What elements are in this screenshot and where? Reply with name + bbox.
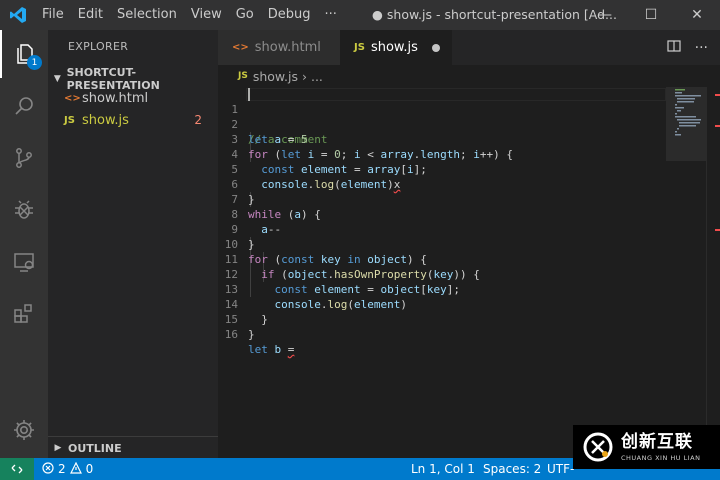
watermark-english-text: CHUANG XIN HU LIAN	[621, 453, 701, 462]
tab-label: show.html	[254, 40, 321, 55]
file-item-show-js[interactable]: JS show.js 2	[48, 109, 218, 131]
menu-more[interactable]: ···	[318, 0, 344, 30]
code-line: 13 console.log(element)	[218, 267, 666, 311]
html-file-icon: <>	[64, 92, 81, 104]
problem-count-badge: 2	[194, 113, 202, 127]
extensions-icon[interactable]	[0, 290, 48, 338]
breadcrumb-separator: ›	[301, 68, 307, 84]
watermark-chinese-text: 创新互联	[621, 431, 693, 452]
code-line: 11 if (object.hasOwnProperty(key)) {	[218, 237, 666, 281]
menu-selection[interactable]: Selection	[110, 0, 184, 30]
file-item-show-html[interactable]: <> show.html	[48, 87, 218, 109]
debug-icon[interactable]	[0, 186, 48, 234]
error-icon	[42, 461, 54, 477]
code-line: 5 console.log(element)x	[218, 147, 666, 191]
explorer-icon[interactable]: 1	[0, 30, 48, 78]
tab-show-js[interactable]: JS show.js	[340, 30, 452, 65]
js-file-icon: JS	[64, 114, 75, 126]
activity-bar: 1	[0, 30, 48, 458]
error-count: 2	[58, 462, 66, 476]
problems-indicator[interactable]: 2 0	[42, 458, 93, 480]
chevron-down-icon: ▼	[53, 74, 61, 84]
brand-logo-icon	[583, 432, 613, 462]
cursor-position[interactable]: Ln 1, Col 1	[411, 458, 475, 480]
menu-debug[interactable]: Debug	[261, 0, 318, 30]
menu-view[interactable]: View	[184, 0, 229, 30]
watermark-logo: 创新互联 CHUANG XIN HU LIAN	[573, 425, 720, 469]
error-marker	[715, 125, 720, 127]
code-line: 9 }	[218, 207, 666, 251]
window-title: ● show.js - shortcut-presentation [Ad...	[372, 7, 617, 22]
code-line: 12 const element = object[key];	[218, 252, 666, 296]
menu-go[interactable]: Go	[229, 0, 261, 30]
vertical-scrollbar[interactable]	[706, 87, 720, 458]
explorer-badge: 1	[27, 55, 42, 70]
breadcrumb-more[interactable]: ...	[311, 69, 323, 84]
error-marker	[715, 229, 720, 231]
code-line: 10 for (const key in object) {	[218, 222, 666, 266]
menu-bar: File Edit Selection View Go Debug ···	[35, 0, 344, 30]
menu-edit[interactable]: Edit	[71, 0, 110, 30]
code-line: 16 let b =	[218, 312, 666, 356]
code-line: 2 let a = 5	[218, 102, 666, 146]
code-line: 6 }	[218, 162, 666, 206]
remote-explorer-icon[interactable]	[0, 238, 48, 286]
code-line: 15 }	[218, 297, 666, 341]
sidebar-title: EXPLORER	[68, 40, 129, 53]
warning-count: 0	[85, 462, 94, 476]
line-number: 16	[224, 328, 238, 341]
chevron-right-icon: ▶	[54, 443, 62, 453]
source-control-icon[interactable]	[0, 134, 48, 182]
settings-gear-icon[interactable]	[0, 406, 48, 454]
error-marker	[715, 94, 720, 96]
editor-tabs: <> show.html JS show.js ···	[218, 30, 720, 65]
breadcrumb-file[interactable]: show.js	[253, 69, 298, 84]
file-name: show.js	[82, 112, 129, 128]
outline-label: OUTLINE	[68, 441, 122, 455]
code-line: 14 }	[218, 282, 666, 326]
explorer-sidebar: EXPLORER ▼ SHORTCUT-PRESENTATION <> show…	[48, 30, 218, 458]
code-line: 8 a--	[218, 192, 666, 236]
code-line: 1 // a comment	[218, 87, 666, 146]
window-controls: — ☐ ✕	[582, 0, 720, 30]
code-editor[interactable]: 1 // a comment 2 let a = 5 3 for (let i …	[218, 87, 666, 458]
search-icon[interactable]	[0, 82, 48, 130]
menu-file[interactable]: File	[35, 0, 71, 30]
title-bar: File Edit Selection View Go Debug ··· ● …	[0, 0, 720, 30]
current-line-highlight	[246, 88, 666, 101]
close-button[interactable]: ✕	[674, 0, 720, 30]
more-actions-icon[interactable]: ···	[695, 40, 708, 56]
file-name: show.html	[82, 90, 149, 106]
code-line: 3 for (let i = 0; i < array.length; i++)…	[218, 117, 666, 161]
vscode-logo-icon	[0, 0, 35, 30]
text-cursor	[248, 88, 250, 101]
unsaved-dot-icon[interactable]	[432, 44, 440, 52]
tab-show-html[interactable]: <> show.html	[218, 30, 340, 65]
indentation-setting[interactable]: Spaces: 2	[483, 458, 541, 480]
warning-icon	[69, 461, 82, 477]
code-line: 4 const element = array[i];	[218, 132, 666, 176]
remote-indicator-icon[interactable]	[0, 458, 34, 480]
html-file-icon: <>	[232, 42, 249, 53]
split-editor-icon[interactable]	[667, 39, 681, 57]
maximize-button[interactable]: ☐	[628, 0, 674, 30]
code-line: 7 while (a) {	[218, 177, 666, 221]
encoding-setting[interactable]: UTF-	[547, 458, 574, 480]
editor-actions: ···	[667, 30, 708, 65]
minimize-button[interactable]: —	[582, 0, 628, 30]
outline-section[interactable]: ▶ OUTLINE	[48, 436, 218, 459]
breadcrumb: JS show.js › ...	[218, 65, 720, 87]
js-file-icon: JS	[354, 42, 365, 53]
js-file-icon: JS	[238, 71, 248, 81]
tab-label: show.js	[370, 40, 418, 55]
